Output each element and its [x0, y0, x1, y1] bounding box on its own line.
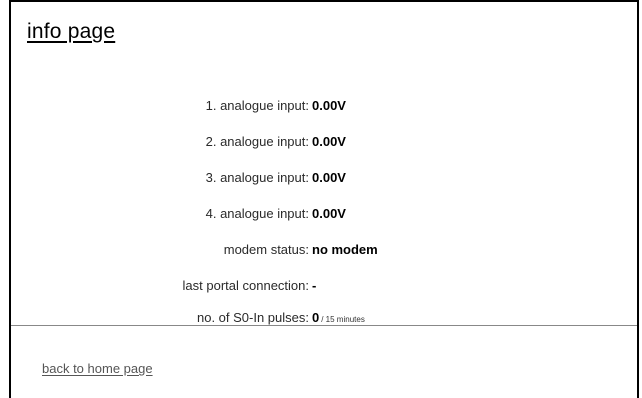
pulse-unit: / 15 minutes — [321, 315, 365, 324]
info-value: 0.00V — [312, 206, 346, 221]
pulse-count: 0 — [312, 310, 320, 325]
info-row-analogue-input-4: 4. analogue input: 0.00V — [11, 204, 631, 224]
page-title: info page — [27, 20, 116, 43]
info-value: no modem — [312, 242, 378, 257]
page-frame: info page 1. analogue input: 0.00V 2. an… — [9, 0, 639, 398]
info-row-analogue-input-3: 3. analogue input: 0.00V — [11, 168, 631, 188]
info-value: 0/ 15 minutes — [312, 308, 365, 330]
back-to-home-link[interactable]: back to home page — [42, 361, 153, 376]
info-value: 0.00V — [312, 134, 346, 149]
info-row-last-portal-connection: last portal connection: - — [11, 276, 631, 296]
info-label: 3. analogue input: — [205, 170, 309, 185]
info-value: 0.00V — [312, 98, 346, 113]
info-label: modem status: — [223, 242, 309, 257]
info-row-analogue-input-2: 2. analogue input: 0.00V — [11, 132, 631, 152]
info-label: 1. analogue input: — [205, 98, 309, 113]
info-label: 2. analogue input: — [205, 134, 309, 149]
info-row-analogue-input-1: 1. analogue input: 0.00V — [11, 96, 631, 116]
divider — [11, 325, 637, 326]
info-value: 0.00V — [312, 170, 346, 185]
info-label: 4. analogue input: — [205, 206, 309, 221]
info-label: last portal connection: — [182, 278, 309, 293]
info-value: - — [312, 278, 317, 293]
info-row-modem-status: modem status: no modem — [11, 240, 631, 260]
